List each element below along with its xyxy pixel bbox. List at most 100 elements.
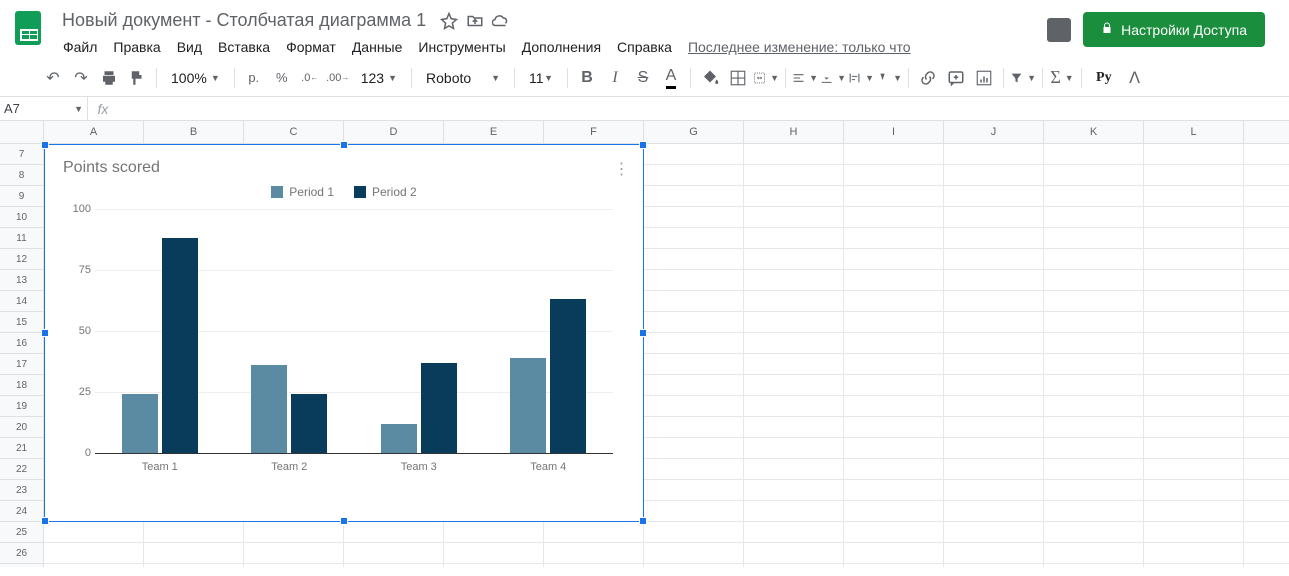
zoom-dropdown[interactable]: 100%▼: [163, 70, 228, 86]
formula-input[interactable]: [118, 97, 1289, 120]
strikethrough-button[interactable]: S: [630, 65, 656, 91]
filter-button[interactable]: ▼: [1010, 65, 1036, 91]
row-header[interactable]: 10: [0, 207, 43, 228]
font-family-dropdown[interactable]: Roboto▼: [418, 70, 508, 86]
row-header[interactable]: 21: [0, 438, 43, 459]
row-header[interactable]: 23: [0, 480, 43, 501]
bar[interactable]: [291, 394, 327, 453]
column-header[interactable]: H: [744, 121, 844, 143]
fill-color-button[interactable]: [697, 65, 723, 91]
insert-chart-button[interactable]: [971, 65, 997, 91]
bar[interactable]: [162, 238, 198, 453]
chart-object[interactable]: ⋮ Points scored Period 1 Period 2 0255075…: [44, 144, 644, 522]
chart-title[interactable]: Points scored: [63, 159, 633, 177]
increase-decimal-button[interactable]: .00→: [325, 65, 351, 91]
row-header[interactable]: 18: [0, 375, 43, 396]
menu-addons[interactable]: Дополнения: [515, 35, 608, 59]
menu-view[interactable]: Вид: [170, 35, 209, 59]
bold-button[interactable]: B: [574, 65, 600, 91]
borders-button[interactable]: [725, 65, 751, 91]
menu-help[interactable]: Справка: [610, 35, 679, 59]
resize-handle[interactable]: [639, 517, 647, 525]
vertical-align-button[interactable]: ▼: [820, 65, 846, 91]
legend-item[interactable]: Period 1: [271, 185, 334, 199]
column-header[interactable]: F: [544, 121, 644, 143]
select-all-corner[interactable]: [0, 121, 44, 144]
column-header[interactable]: C: [244, 121, 344, 143]
chart-menu-icon[interactable]: ⋮: [613, 159, 629, 179]
insert-comment-button[interactable]: [943, 65, 969, 91]
merge-cells-button[interactable]: ▼: [753, 65, 779, 91]
text-color-button[interactable]: A: [658, 65, 684, 91]
resize-handle[interactable]: [41, 329, 49, 337]
column-header[interactable]: B: [144, 121, 244, 143]
row-header[interactable]: 14: [0, 291, 43, 312]
row-header[interactable]: 19: [0, 396, 43, 417]
bar[interactable]: [381, 424, 417, 453]
menu-edit[interactable]: Правка: [106, 35, 167, 59]
column-header[interactable]: G: [644, 121, 744, 143]
row-header[interactable]: 7: [0, 144, 43, 165]
row-header[interactable]: 9: [0, 186, 43, 207]
star-icon[interactable]: [440, 12, 458, 30]
bar[interactable]: [122, 394, 158, 453]
chart-legend[interactable]: Period 1 Period 2: [55, 185, 633, 201]
bar[interactable]: [510, 358, 546, 453]
undo-button[interactable]: ↶: [40, 65, 66, 91]
row-header[interactable]: 12: [0, 249, 43, 270]
resize-handle[interactable]: [639, 141, 647, 149]
menu-tools[interactable]: Инструменты: [411, 35, 512, 59]
row-header[interactable]: 8: [0, 165, 43, 186]
resize-handle[interactable]: [639, 329, 647, 337]
sheets-logo[interactable]: [8, 8, 48, 48]
menu-format[interactable]: Формат: [279, 35, 343, 59]
column-header[interactable]: J: [944, 121, 1044, 143]
format-percent-button[interactable]: %: [269, 65, 295, 91]
row-header[interactable]: 16: [0, 333, 43, 354]
document-title[interactable]: Новый документ - Столбчатая диаграмма 1: [56, 8, 432, 33]
resize-handle[interactable]: [340, 517, 348, 525]
chart-plot-area[interactable]: 0255075100 Team 1Team 2Team 3Team 4: [95, 209, 613, 469]
legend-item[interactable]: Period 2: [354, 185, 417, 199]
insert-link-button[interactable]: [915, 65, 941, 91]
horizontal-align-button[interactable]: ▼: [792, 65, 818, 91]
move-to-folder-icon[interactable]: [466, 12, 484, 30]
share-button[interactable]: Настройки Доступа: [1083, 12, 1265, 47]
column-header[interactable]: E: [444, 121, 544, 143]
resize-handle[interactable]: [41, 517, 49, 525]
resize-handle[interactable]: [41, 141, 49, 149]
more-formats-dropdown[interactable]: 123▼: [353, 70, 405, 86]
row-header[interactable]: 15: [0, 312, 43, 333]
row-header[interactable]: 27: [0, 564, 43, 567]
bar[interactable]: [550, 299, 586, 453]
row-header[interactable]: 13: [0, 270, 43, 291]
resize-handle[interactable]: [340, 141, 348, 149]
bar[interactable]: [251, 365, 287, 453]
row-header[interactable]: 17: [0, 354, 43, 375]
row-header[interactable]: 25: [0, 522, 43, 543]
format-currency-button[interactable]: р.: [241, 65, 267, 91]
row-header[interactable]: 26: [0, 543, 43, 564]
last-edit-link[interactable]: Последнее изменение: только что: [681, 35, 918, 59]
menu-file[interactable]: Файл: [56, 35, 104, 59]
redo-button[interactable]: ↷: [68, 65, 94, 91]
functions-button[interactable]: Σ▼: [1049, 65, 1075, 91]
paint-format-button[interactable]: [124, 65, 150, 91]
text-rotation-button[interactable]: ▼: [876, 65, 902, 91]
text-wrap-button[interactable]: ▼: [848, 65, 874, 91]
bar[interactable]: [421, 363, 457, 453]
cloud-status-icon[interactable]: [492, 12, 510, 30]
comments-icon[interactable]: [1047, 18, 1071, 42]
decrease-decimal-button[interactable]: .0←: [297, 65, 323, 91]
row-header[interactable]: 11: [0, 228, 43, 249]
extensions-button[interactable]: Рy: [1088, 70, 1120, 86]
print-button[interactable]: [96, 65, 122, 91]
row-header[interactable]: 22: [0, 459, 43, 480]
menu-data[interactable]: Данные: [345, 35, 410, 59]
menu-insert[interactable]: Вставка: [211, 35, 277, 59]
toolbar-overflow-button[interactable]: ᐱ: [1122, 65, 1148, 91]
row-header[interactable]: 20: [0, 417, 43, 438]
column-header[interactable]: L: [1144, 121, 1244, 143]
column-header[interactable]: I: [844, 121, 944, 143]
name-box[interactable]: A7 ▼: [0, 97, 88, 120]
